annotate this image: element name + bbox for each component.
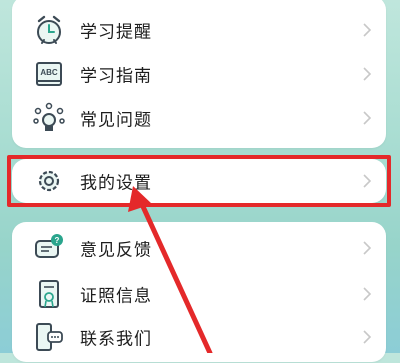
menu-item-label: 常见问题 [80, 110, 152, 130]
contact-phone-icon [36, 323, 63, 351]
menu-item-label: 证照信息 [80, 286, 152, 306]
abc-book-icon: ABC [36, 62, 62, 86]
menu-item-contact-us[interactable]: 联系我们 [12, 311, 386, 363]
question-bulb-icon [33, 102, 65, 131]
menu-card-1: 学习提醒 ABC 学习指南 常见问题 [12, 0, 386, 148]
svg-text:ABC: ABC [40, 68, 58, 77]
menu-item-label: 学习指南 [80, 66, 152, 86]
chevron-right-icon [363, 111, 372, 125]
feedback-chat-icon: ? [35, 234, 63, 258]
menu-item-label: 意见反馈 [80, 240, 152, 260]
menu-item-feedback[interactable]: ? 意见反馈 [12, 222, 386, 274]
chevron-right-icon [363, 241, 372, 255]
menu-item-faq[interactable]: 常见问题 [12, 92, 386, 144]
menu-item-label: 联系我们 [80, 329, 152, 349]
svg-text:?: ? [55, 236, 60, 245]
menu-item-label: 学习提醒 [80, 22, 152, 42]
chevron-right-icon [363, 23, 372, 37]
alarm-clock-icon [37, 15, 61, 44]
certificate-scroll-icon [39, 280, 59, 308]
chevron-right-icon [363, 67, 372, 81]
menu-card-3: ? 意见反馈 证照信息 联系我们 [12, 222, 386, 362]
chevron-right-icon [363, 330, 372, 344]
chevron-right-icon [363, 287, 372, 301]
highlight-box [7, 155, 391, 207]
